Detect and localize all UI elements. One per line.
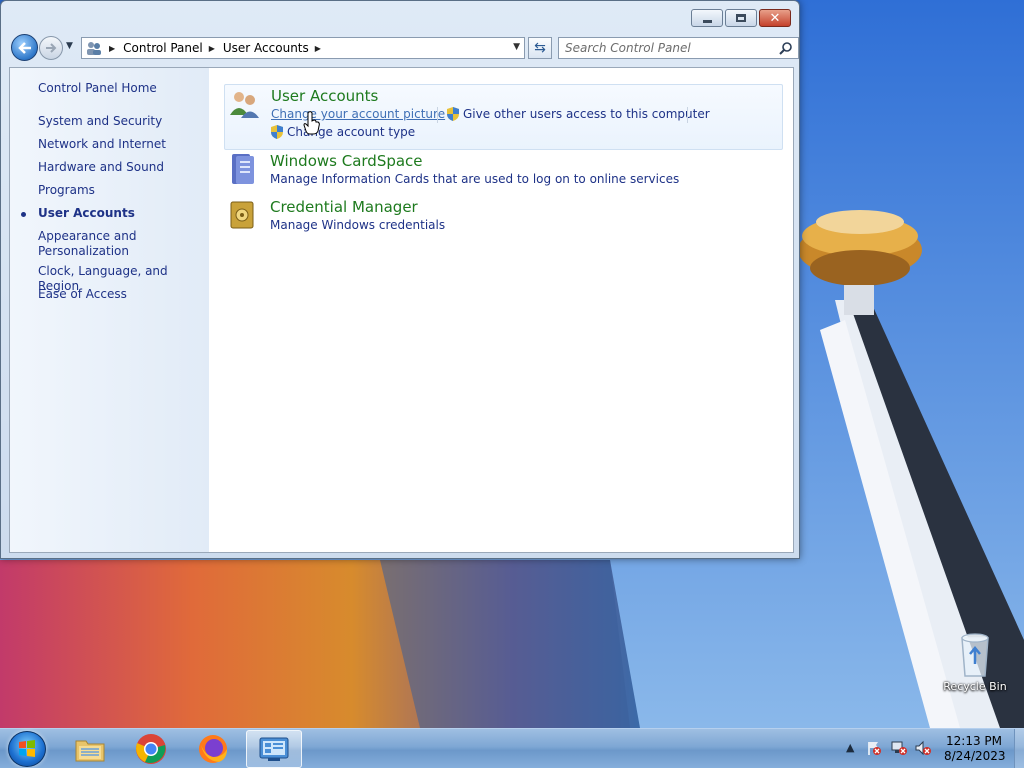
category-windows-cardspace: Windows CardSpace Manage Information Car… xyxy=(224,150,783,194)
arrow-right-icon xyxy=(46,43,57,53)
hand-cursor-icon xyxy=(303,111,320,135)
breadcrumb-user-accounts[interactable]: User Accounts xyxy=(223,41,309,55)
control-panel-icon xyxy=(87,42,101,55)
category-title-windows-cardspace[interactable]: Windows CardSpace xyxy=(270,152,423,170)
forward-button[interactable] xyxy=(39,36,63,60)
chevron-right-icon[interactable]: ▶ xyxy=(109,44,115,53)
maximize-icon xyxy=(736,14,746,22)
chevron-right-icon[interactable]: ▶ xyxy=(209,44,215,53)
category-credential-manager: Credential Manager Manage Windows creden… xyxy=(224,196,783,240)
navigation-bar: ▼ ▶ Control Panel ▶ User Accounts ▶ ▼ ⇆ xyxy=(9,33,799,61)
recycle-bin-icon xyxy=(961,633,989,677)
sidebar-item-network-internet[interactable]: Network and Internet xyxy=(38,137,208,152)
show-desktop-button[interactable] xyxy=(1014,729,1024,768)
sidebar-item-programs[interactable]: Programs xyxy=(38,183,208,198)
main-pane: User Accounts Change your account pictur… xyxy=(209,68,793,552)
content-area: Control Panel Home System and Security N… xyxy=(9,67,794,553)
action-center-flag-icon[interactable] xyxy=(866,740,882,756)
minimize-icon xyxy=(702,19,712,23)
search-box[interactable] xyxy=(558,37,799,59)
close-icon: ✕ xyxy=(769,10,781,26)
minimize-button[interactable] xyxy=(691,9,723,27)
firefox-icon xyxy=(199,735,227,763)
window-controls: ✕ xyxy=(691,9,791,27)
breadcrumb-control-panel[interactable]: Control Panel xyxy=(123,41,203,55)
sidebar-item-user-accounts[interactable]: User Accounts xyxy=(38,206,208,221)
chrome-icon xyxy=(136,734,166,764)
sidebar-item-appearance[interactable]: Appearance and Personalization xyxy=(38,229,148,259)
change-account-picture-link[interactable]: Change your account picture xyxy=(271,107,445,121)
control-panel-home-link[interactable]: Control Panel Home xyxy=(38,81,208,96)
windows-logo-icon xyxy=(19,740,35,757)
search-icon[interactable] xyxy=(779,41,793,55)
uac-shield-icon xyxy=(447,107,459,121)
back-button[interactable] xyxy=(11,34,38,61)
link-divider xyxy=(687,107,688,123)
taskbar: ▲ 12:13 PM 8/24/2023 xyxy=(0,728,1024,768)
clock-date: 8/24/2023 xyxy=(944,749,1006,763)
refresh-icon: ⇆ xyxy=(534,40,546,56)
clock[interactable]: 12:13 PM 8/24/2023 xyxy=(944,734,1006,764)
address-bar[interactable]: ▶ Control Panel ▶ User Accounts ▶ ▼ xyxy=(81,37,525,59)
sidebar-item-ease-of-access[interactable]: Ease of Access xyxy=(38,287,208,302)
taskbar-firefox[interactable] xyxy=(185,730,241,768)
volume-muted-icon[interactable] xyxy=(914,740,932,756)
start-button[interactable] xyxy=(8,731,46,767)
network-icon[interactable] xyxy=(890,740,908,756)
manage-windows-credentials-link[interactable]: Manage Windows credentials xyxy=(270,218,445,232)
taskbar-file-explorer[interactable] xyxy=(62,730,118,768)
recycle-bin[interactable]: Recycle Bin xyxy=(942,632,1008,693)
folder-icon xyxy=(75,740,105,762)
clock-time: 12:13 PM xyxy=(946,734,1002,748)
sidebar-item-system-security[interactable]: System and Security xyxy=(38,114,208,129)
arrow-left-icon xyxy=(17,41,31,54)
vault-icon xyxy=(230,201,254,229)
taskbar-chrome[interactable] xyxy=(123,730,179,768)
chevron-right-icon[interactable]: ▶ xyxy=(315,44,321,53)
refresh-button[interactable]: ⇆ xyxy=(528,37,552,59)
recent-pages-dropdown[interactable]: ▼ xyxy=(66,41,73,51)
show-hidden-icons-button[interactable]: ▲ xyxy=(846,741,854,754)
sidebar-item-hardware-sound[interactable]: Hardware and Sound xyxy=(38,160,208,175)
manage-information-cards-link[interactable]: Manage Information Cards that are used t… xyxy=(270,172,679,186)
close-button[interactable]: ✕ xyxy=(759,9,791,27)
category-title-user-accounts[interactable]: User Accounts xyxy=(271,87,378,105)
recycle-bin-label: Recycle Bin xyxy=(943,680,1007,693)
link-divider xyxy=(437,107,438,123)
active-bullet-icon xyxy=(21,212,26,217)
address-dropdown-icon[interactable]: ▼ xyxy=(513,42,520,52)
cardspace-icon xyxy=(232,154,254,184)
give-users-access-link[interactable]: Give other users access to this computer xyxy=(463,107,710,121)
control-panel-window: ✕ ▼ ▶ Control Panel ▶ User Accounts ▶ ▼ … xyxy=(0,0,800,559)
uac-shield-icon xyxy=(271,125,283,139)
category-title-credential-manager[interactable]: Credential Manager xyxy=(270,198,418,216)
maximize-button[interactable] xyxy=(725,9,757,27)
taskbar-control-panel[interactable] xyxy=(246,730,302,768)
left-navigation-pane: Control Panel Home System and Security N… xyxy=(10,68,209,552)
users-icon xyxy=(230,92,259,118)
search-input[interactable] xyxy=(565,39,775,57)
control-panel-icon xyxy=(259,737,289,761)
